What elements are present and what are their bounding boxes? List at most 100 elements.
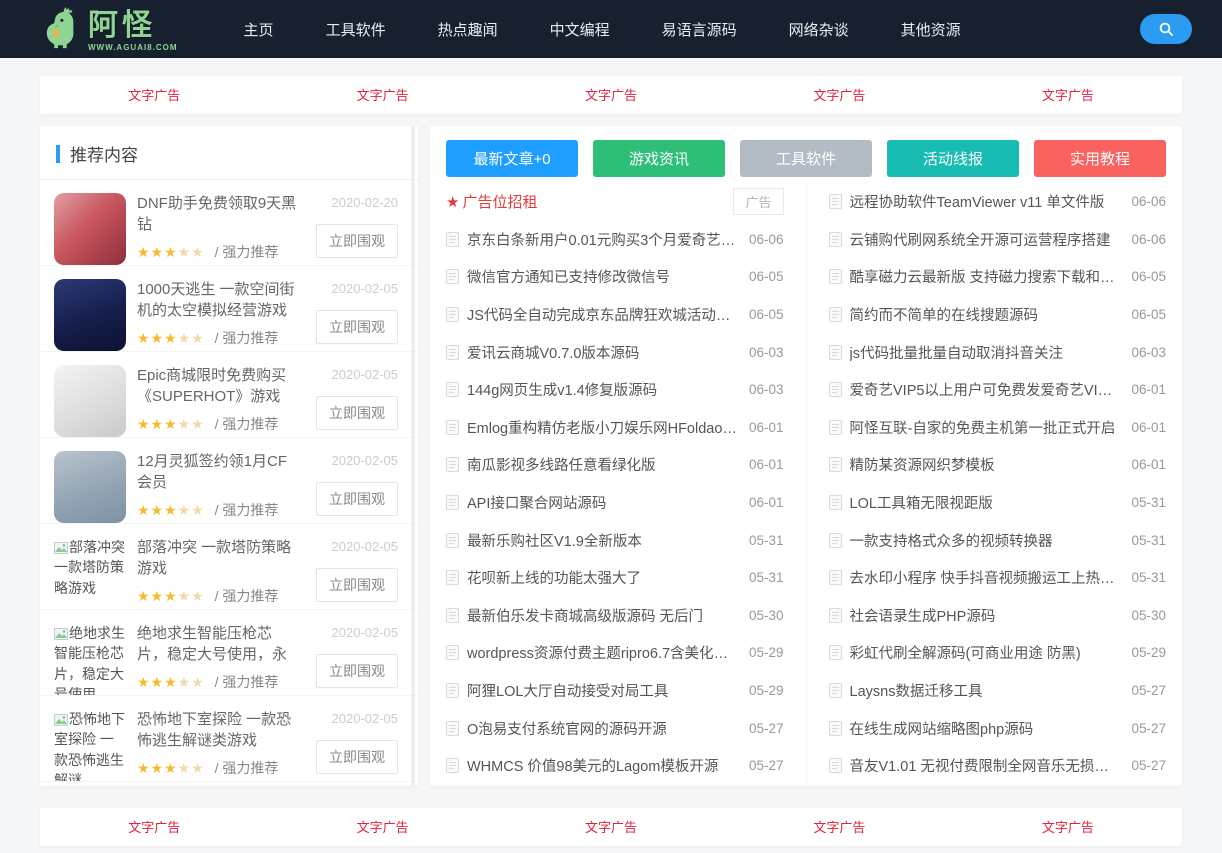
text-ad-link[interactable]: 文字广告 <box>357 820 409 835</box>
article-title-link[interactable]: 彩虹代刷全解源码(可商业用途 防黑) <box>850 642 1122 663</box>
article-title-link[interactable]: 云铺购代刷网系统全开源可运营程序搭建 <box>850 229 1122 250</box>
article-title-link[interactable]: 爱奇艺VIP5以上用户可免费发爱奇艺VIP红包 <box>850 379 1122 400</box>
item-thumbnail[interactable]: 恐怖地下室探险 一款恐怖逃生解谜 <box>54 709 126 781</box>
document-icon <box>828 344 842 360</box>
article-title-link[interactable]: 去水印小程序 快手抖音视频搬运工上热门... <box>850 567 1122 588</box>
watch-now-button[interactable]: 立即围观 <box>316 482 398 516</box>
search-button[interactable] <box>1140 14 1192 44</box>
article-row: 彩虹代刷全解源码(可商业用途 防黑) 05-29 <box>828 634 1166 672</box>
article-title-link[interactable]: 花呗新上线的功能太强大了 <box>467 567 739 588</box>
text-ad-link[interactable]: 文字广告 <box>1042 820 1094 835</box>
item-thumbnail[interactable] <box>54 279 126 351</box>
recommended-item-title[interactable]: DNF助手免费领取9天黑钻 <box>137 193 301 235</box>
text-ad-link[interactable]: 文字广告 <box>1042 88 1094 103</box>
watch-now-button[interactable]: 立即围观 <box>316 654 398 688</box>
site-logo[interactable]: 阿怪 WWW.AGUAI8.COM <box>36 6 178 52</box>
text-ad-link[interactable]: 文字广告 <box>585 820 637 835</box>
nav-item[interactable]: 工具软件 <box>326 9 386 50</box>
ad-slot-link[interactable]: 广告位招租 <box>462 191 733 212</box>
article-date: 05-27 <box>748 758 784 774</box>
nav-item[interactable]: 主页 <box>244 9 274 50</box>
article-title-link[interactable]: WHMCS 价值98美元的Lagom模板开源 <box>467 755 739 776</box>
article-date: 06-01 <box>1131 457 1166 473</box>
recommended-item-title[interactable]: 1000天逃生 一款空间街机的太空模拟经营游戏 <box>137 279 301 321</box>
article-title-link[interactable]: Laysns数据迁移工具 <box>850 680 1122 701</box>
article-title-link[interactable]: 阿怪互联-自家的免费主机第一批正式开启 <box>850 417 1122 438</box>
category-button[interactable]: 工具软件 <box>740 140 872 177</box>
nav-item[interactable]: 中文编程 <box>550 9 610 50</box>
document-icon <box>828 758 842 774</box>
article-title-link[interactable]: 京东白条新用户0.01元购买3个月爱奇艺黄... <box>467 229 739 250</box>
article-date: 05-30 <box>1131 607 1166 623</box>
article-title-link[interactable]: 南瓜影视多线路任意看绿化版 <box>467 454 739 475</box>
recommended-item-title[interactable]: 恐怖地下室探险 一款恐怖逃生解谜类游戏 <box>137 709 301 751</box>
recommended-item-title[interactable]: 12月灵狐签约领1月CF会员 <box>137 451 301 493</box>
watch-now-button[interactable]: 立即围观 <box>316 224 398 258</box>
article-date: 06-06 <box>748 231 784 247</box>
article-title-link[interactable]: 144g网页生成v1.4修复版源码 <box>467 379 739 400</box>
article-title-link[interactable]: 爱讯云商城V0.7.0版本源码 <box>467 342 739 363</box>
document-icon <box>446 683 459 699</box>
article-date: 06-01 <box>1131 419 1166 435</box>
article-row: 去水印小程序 快手抖音视频搬运工上热门... 05-31 <box>828 559 1166 597</box>
article-title-link[interactable]: JS代码全自动完成京东品牌狂欢城活动任务 <box>467 304 739 325</box>
item-thumbnail[interactable]: 部落冲突 一款塔防策略游戏 <box>54 537 126 609</box>
text-ad-link[interactable]: 文字广告 <box>128 88 180 103</box>
article-title-link[interactable]: 在线生成网站缩略图php源码 <box>850 718 1122 739</box>
article-date: 05-31 <box>1131 532 1166 548</box>
article-title-link[interactable]: 远程协助软件TeamViewer v11 单文件版 <box>850 191 1122 212</box>
nav-item[interactable]: 其他资源 <box>901 9 961 50</box>
item-thumbnail[interactable] <box>54 451 126 523</box>
nav-item[interactable]: 易语言源码 <box>662 9 737 50</box>
recommended-item: DNF助手免费领取9天黑钻 ★★★★★ / 强力推荐 2020-02-20 立即… <box>40 180 418 266</box>
article-title-link[interactable]: O泡易支付系统官网的源码开源 <box>467 718 739 739</box>
article-title-link[interactable]: 简约而不简单的在线搜题源码 <box>850 304 1122 325</box>
watch-now-button[interactable]: 立即围观 <box>316 396 398 430</box>
recommended-item-title[interactable]: Epic商城限时免费购买《SUPERHOT》游戏 <box>137 365 301 407</box>
article-title-link[interactable]: 酷享磁力云最新版 支持磁力搜索下载和一... <box>850 266 1122 287</box>
recommend-strength-label: / 强力推荐 <box>214 588 279 604</box>
panel-scrollbar[interactable] <box>411 126 415 786</box>
article-title-link[interactable]: 音友V1.01 无视付费限制全网音乐无损免费... <box>850 755 1122 776</box>
item-thumbnail[interactable] <box>54 365 126 437</box>
article-date: 06-05 <box>1131 307 1166 323</box>
article-row: js代码批量批量自动取消抖音关注 06-03 <box>828 333 1166 371</box>
item-rating: ★★★★★ / 强力推荐 <box>137 328 301 348</box>
article-title-link[interactable]: js代码批量批量自动取消抖音关注 <box>850 342 1122 363</box>
article-title-link[interactable]: 阿狸LOL大厅自动接受对局工具 <box>467 680 739 701</box>
article-row: 京东白条新用户0.01元购买3个月爱奇艺黄... 06-06 <box>446 221 784 259</box>
category-button[interactable]: 实用教程 <box>1034 140 1166 177</box>
top-navbar: 阿怪 WWW.AGUAI8.COM 主页 工具软件 热点趣闻 中文编程 易语言源… <box>0 0 1222 58</box>
article-title-link[interactable]: 社会语录生成PHP源码 <box>850 605 1122 626</box>
top-ad-strip: 文字广告 文字广告 文字广告 文字广告 文字广告 <box>40 76 1182 114</box>
watch-now-button[interactable]: 立即围观 <box>316 310 398 344</box>
item-thumbnail[interactable]: 绝地求生智能压枪芯片，稳定大号使用 <box>54 623 126 695</box>
category-button[interactable]: 最新文章+0 <box>446 140 578 177</box>
article-title-link[interactable]: API接口聚合网站源码 <box>467 492 739 513</box>
article-title-link[interactable]: 精防某资源网织梦模板 <box>850 454 1122 475</box>
recommended-item-title[interactable]: 部落冲突 一款塔防策略游戏 <box>137 537 301 579</box>
category-button[interactable]: 活动线报 <box>887 140 1019 177</box>
article-title-link[interactable]: 一款支持格式众多的视频转换器 <box>850 530 1122 551</box>
recommended-item: 绝地求生智能压枪芯片，稳定大号使用 绝地求生智能压枪芯片，稳定大号使用，永久免费… <box>40 610 418 696</box>
article-title-link[interactable]: 最新乐购社区V1.9全新版本 <box>467 530 739 551</box>
nav-item[interactable]: 网络杂谈 <box>789 9 849 50</box>
article-title-link[interactable]: 最新伯乐发卡商城高级版源码 无后门 <box>467 605 739 626</box>
text-ad-link[interactable]: 文字广告 <box>128 820 180 835</box>
nav-item[interactable]: 热点趣闻 <box>438 9 498 50</box>
article-title-link[interactable]: 微信官方通知已支持修改微信号 <box>467 266 739 287</box>
text-ad-link[interactable]: 文字广告 <box>813 820 865 835</box>
recommend-strength-label: / 强力推荐 <box>214 330 279 346</box>
watch-now-button[interactable]: 立即围观 <box>316 740 398 774</box>
text-ad-link[interactable]: 文字广告 <box>813 88 865 103</box>
article-title-link[interactable]: Emlog重构精仿老版小刀娱乐网HFoldao模... <box>467 417 739 438</box>
item-thumbnail[interactable] <box>54 193 126 265</box>
article-title-link[interactable]: LOL工具箱无限视距版 <box>850 492 1122 513</box>
text-ad-link[interactable]: 文字广告 <box>585 88 637 103</box>
category-button[interactable]: 游戏资讯 <box>593 140 725 177</box>
watch-now-button[interactable]: 立即围观 <box>316 568 398 602</box>
recommended-item-title[interactable]: 绝地求生智能压枪芯片，稳定大号使用，永久免费 <box>137 623 301 665</box>
article-title-link[interactable]: wordpress资源付费主题ripro6.7含美化包... <box>467 642 739 663</box>
text-ad-link[interactable]: 文字广告 <box>357 88 409 103</box>
item-date: 2020-02-05 <box>331 281 399 296</box>
